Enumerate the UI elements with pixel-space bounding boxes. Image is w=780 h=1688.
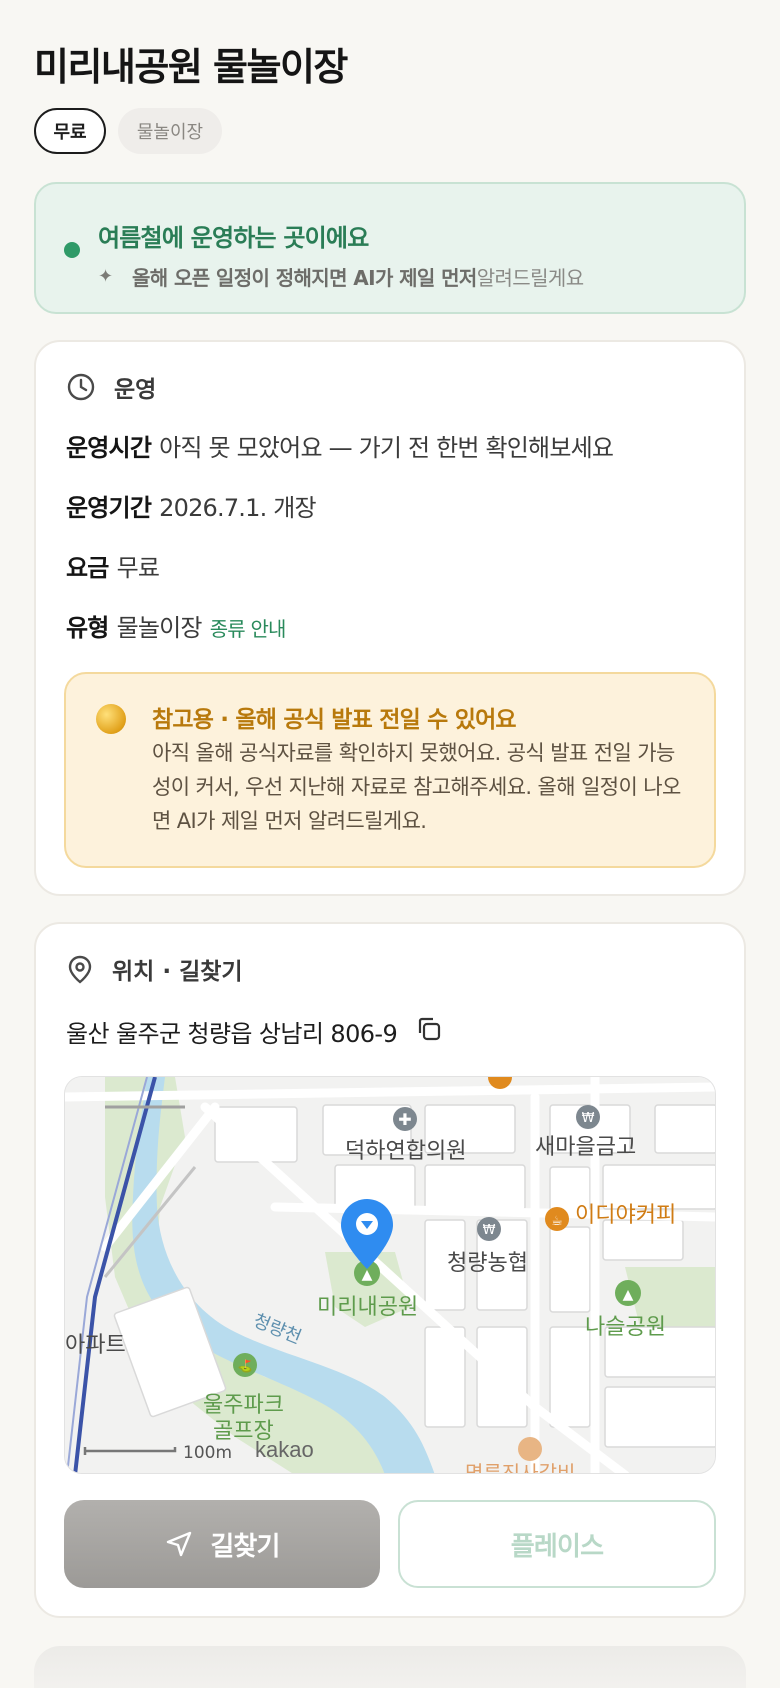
svg-text:☕: ☕ [551, 1214, 563, 1229]
status-dot-icon [64, 242, 80, 258]
coin-icon [96, 704, 126, 734]
map-brand-logo: kakao [255, 1437, 314, 1462]
reference-warning: 참고용 · 올해 공식 발표 전일 수 있어요 아직 올해 공식자료를 확인하지… [64, 672, 716, 868]
map-view[interactable]: ✚ ₩ ₩ ☕ ▲ ▲ ⛳ 덕하연합의원 새마을금고 이디야커피 청량농협 미리… [64, 1076, 716, 1474]
directions-button[interactable]: 길찾기 [64, 1500, 380, 1588]
hours-key: 운영시간 [66, 434, 152, 462]
type-row: 유형 물놀이장 종류 안내 [66, 608, 286, 643]
hours-value: 아직 못 모았어요 — 가기 전 한번 확인해보세요 [159, 434, 614, 462]
location-title: 위치 · 길찾기 [112, 959, 243, 985]
notice-subtext: ✦ 올해 오픈 일정이 정해지면 AI가 제일 먼저 알려드릴게요 [98, 262, 584, 291]
next-card-peek [34, 1646, 746, 1688]
chip-price[interactable]: 무료 [34, 108, 106, 154]
svg-text:✚: ✚ [398, 1110, 411, 1129]
directions-label: 길찾기 [210, 1531, 280, 1562]
notice-sub-rest: 알려드릴게요 [476, 266, 584, 290]
svg-text:▲: ▲ [623, 1287, 634, 1303]
type-value: 물놀이장 [116, 614, 203, 642]
type-key: 유형 [66, 614, 109, 642]
period-row: 운영기간 2026.7.1. 개장 [66, 488, 317, 523]
map-scale-label: 100m [183, 1443, 233, 1463]
warning-title: 참고용 · 올해 공식 발표 전일 수 있어요 [152, 707, 517, 733]
hours-row: 운영시간 아직 못 모았어요 — 가기 전 한번 확인해보세요 [66, 428, 614, 463]
clock-icon [67, 373, 95, 401]
location-header: 위치 · 길찾기 [66, 952, 243, 986]
operation-card: 운영 운영시간 아직 못 모았어요 — 가기 전 한번 확인해보세요 운영기간 20… [34, 340, 746, 896]
place-button[interactable]: 플레이스 [398, 1500, 716, 1588]
period-key: 운영기간 [66, 494, 152, 522]
address-text: 울산 울주군 청량읍 상남리 806-9 [66, 1020, 398, 1048]
svg-text:▲: ▲ [362, 1267, 373, 1283]
fee-key: 요금 [66, 554, 109, 582]
operation-title: 운영 [114, 377, 157, 403]
notice-headline: 여름철에 운영하는 곳이에요 [98, 224, 369, 252]
fee-value: 무료 [116, 554, 160, 582]
map-label-cafe[interactable]: 이디야커피 [575, 1197, 676, 1229]
svg-text:₩: ₩ [582, 1111, 595, 1126]
map-label-apt[interactable]: 아파트 [65, 1327, 126, 1359]
warning-body: 아직 올해 공식자료를 확인하지 못했어요. 공식 발표 전일 가능성이 커서,… [152, 741, 681, 833]
svg-text:₩: ₩ [483, 1223, 496, 1238]
place-label: 플레이스 [510, 1531, 604, 1562]
map-label-bank[interactable]: 새마을금고 [535, 1129, 636, 1161]
map-label-bank2[interactable]: 청량농협 [447, 1245, 528, 1277]
map-label-restaurant[interactable]: 명륜진사갈비 [465, 1457, 575, 1473]
page-title: 미리내공원 물놀이장 [34, 45, 348, 89]
svg-text:⛳: ⛳ [238, 1359, 253, 1373]
seasonal-notice: 여름철에 운영하는 곳이에요 ✦ 올해 오픈 일정이 정해지면 AI가 제일 먼… [34, 182, 746, 314]
navigation-arrow-icon [167, 1531, 192, 1557]
operation-header: 운영 [66, 370, 156, 404]
map-label-park2[interactable]: 나슬공원 [585, 1309, 666, 1341]
period-value: 2026.7.1. 개장 [159, 494, 317, 522]
location-card: 위치 · 길찾기 울산 울주군 청량읍 상남리 806-9 ✚ ₩ ₩ ☕ ▲ … [34, 922, 746, 1618]
notice-sub-bold: 올해 오픈 일정이 정해지면 AI가 제일 먼저 [132, 266, 477, 290]
map-label-park[interactable]: 미리내공원 [317, 1289, 418, 1321]
fee-row: 요금 무료 [66, 548, 160, 583]
address-row: 울산 울주군 청량읍 상남리 806-9 [66, 1014, 443, 1049]
chip-category[interactable]: 물놀이장 [118, 108, 222, 154]
type-guide-link[interactable]: 종류 안내 [210, 617, 287, 641]
location-pin-icon [68, 955, 92, 984]
map-label-clinic[interactable]: 덕하연합의원 [345, 1133, 466, 1165]
copy-icon[interactable] [415, 1015, 443, 1049]
sparkle-icon: ✦ [98, 266, 113, 287]
